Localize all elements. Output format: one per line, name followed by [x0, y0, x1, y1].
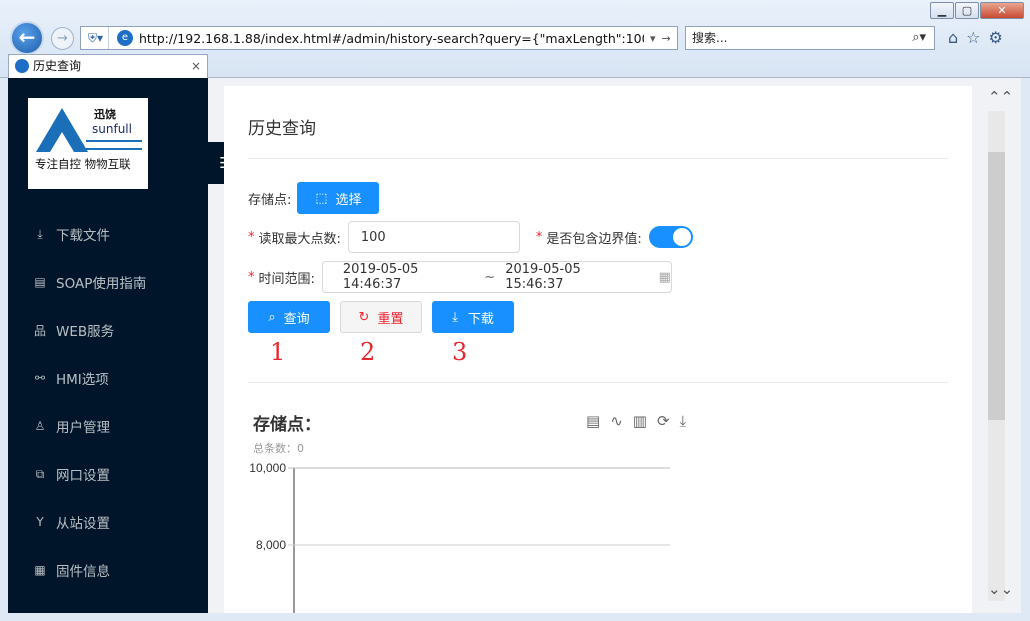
fork-icon: Y [36, 515, 44, 529]
minimize-button[interactable]: ▁ [930, 2, 954, 19]
page-scrollbar[interactable]: ⌃⌃ ⌄⌄ [980, 78, 1021, 613]
time-start: 2019-05-05 14:46:37 [342, 262, 419, 292]
search-icon: ⌕ [268, 309, 276, 325]
save-image-icon[interactable]: ⤓ [680, 412, 687, 430]
sidebar: 迅饶 sunfull 专注自控 物物互联 ⤓ 下载文件 ▤ SOAP使用指南 品 WE… [8, 78, 208, 613]
time-end: 2019-05-05 15:46:37 [505, 262, 581, 292]
document-icon: ▤ [34, 275, 46, 289]
title-divider [248, 158, 948, 159]
dropdown-arrow-icon[interactable]: ▾ [650, 32, 656, 45]
query-button[interactable]: ⌕ 查询 [248, 301, 330, 333]
include-boundary-label: 是否包含边界值: [546, 231, 642, 247]
logo-name-en: sunfull [92, 122, 132, 136]
link-icon: ⚯ [34, 371, 46, 385]
max-points-label: 读取最大点数: [258, 231, 341, 247]
scroll-up-icon[interactable]: ⌃⌃ [988, 88, 1013, 106]
chart-toolbox: ▤ ∿ ▥ ⟳ ⤓ [586, 412, 686, 430]
search-placeholder: 搜索... [692, 31, 728, 45]
scroll-down-icon[interactable]: ⌄⌄ [988, 580, 1013, 598]
sidebar-item-soap-guide[interactable]: ▤ SOAP使用指南 [8, 258, 208, 306]
restore-icon[interactable]: ⟳ [657, 412, 670, 430]
address-bar[interactable]: ⛨▾ e http://192.168.1.88/index.html#/adm… [80, 26, 678, 50]
history-chart: 10,000 8,000 [249, 461, 670, 613]
window-controls: ▁ ▢ ✕ [929, 2, 1024, 19]
required-mark: * [535, 229, 543, 245]
sidebar-item-hmi[interactable]: ⚯ HMI选项 [8, 354, 208, 402]
url-text[interactable]: http://192.168.1.88/index.html#/admin/hi… [139, 31, 644, 46]
max-points-row: * 读取最大点数: 100 * 是否包含边界值: [248, 221, 693, 253]
go-arrow-icon[interactable]: → [662, 32, 671, 45]
sidebar-item-users[interactable]: ♙ 用户管理 [8, 402, 208, 450]
max-points-input[interactable]: 100 [347, 221, 520, 253]
sidebar-menu: ⤓ 下载文件 ▤ SOAP使用指南 品 WEB服务 ⚯ HMI选项 ♙ 用户管理 ⧉ 网口设… [8, 210, 208, 594]
tab-title: 历史查询 [33, 59, 82, 73]
include-boundary-toggle[interactable] [648, 226, 693, 248]
line-chart-icon[interactable]: ∿ [610, 412, 623, 430]
y-grid: 10,000 8,000 [249, 461, 670, 552]
data-view-icon[interactable]: ▤ [586, 412, 600, 430]
annotation-3: 3 [452, 338, 468, 366]
settings-gear-icon[interactable]: ⚙ [989, 28, 1003, 47]
back-button[interactable]: ← [10, 21, 44, 55]
storage-row: 存储点: ⬚ 选择 [248, 182, 380, 214]
section-divider [248, 382, 948, 383]
tab-close-icon[interactable]: × [191, 55, 201, 77]
logo-slogan: 专注自控 物物互联 [35, 157, 131, 171]
favorites-star-icon[interactable]: ☆ [966, 28, 980, 47]
home-icon[interactable]: ⌂ [948, 28, 958, 47]
annotation-2: 2 [360, 338, 376, 366]
maximize-button[interactable]: ▢ [955, 2, 979, 19]
port-icon: ⧉ [35, 466, 45, 481]
download-icon: ⤓ [452, 309, 458, 325]
toolbar-icons: ⌂ ☆ ⚙ [948, 28, 1003, 47]
y-tick-label: 10,000 [249, 461, 286, 475]
shield-icon[interactable]: ⛨▾ [83, 27, 109, 49]
required-mark: * [248, 269, 255, 285]
tab-favicon-icon [15, 59, 29, 73]
y-tick-label: 8,000 [256, 538, 286, 552]
network-icon: 品 [33, 323, 46, 338]
time-range-label: 时间范围: [258, 271, 315, 287]
chip-icon: ▦ [34, 563, 46, 577]
time-range-picker[interactable]: 2019-05-05 14:46:37 ~ 2019-05-05 15:46:3… [321, 261, 672, 293]
user-icon: ♙ [34, 419, 46, 433]
sidebar-item-port[interactable]: ⧉ 网口设置 [8, 450, 208, 498]
download-button[interactable]: ⤓ 下载 [432, 301, 514, 333]
forward-button[interactable]: → [51, 27, 74, 50]
scroll-thumb[interactable] [988, 152, 1005, 420]
reload-icon: ↻ [358, 309, 370, 325]
sidebar-item-download[interactable]: ⤓ 下载文件 [8, 210, 208, 258]
select-button[interactable]: ⬚ 选择 [297, 182, 380, 214]
page-title: 历史查询 [248, 119, 316, 139]
actions-row: ⌕ 查询 ↻ 重置 ⤓ 下载 [248, 301, 514, 333]
storage-label: 存储点: [248, 192, 292, 208]
company-logo: 迅饶 sunfull 专注自控 物物互联 [28, 98, 148, 189]
time-range-row: * 时间范围: 2019-05-05 14:46:37 ~ 2019-05-05… [248, 261, 672, 293]
reset-button[interactable]: ↻ 重置 [340, 301, 422, 333]
required-mark: * [248, 229, 255, 245]
select-icon: ⬚ [315, 190, 328, 206]
chart-title: 存储点： [253, 415, 321, 435]
search-icon[interactable]: ⌕▾ [912, 27, 926, 49]
search-input[interactable]: 搜索... ⌕▾ [685, 26, 935, 50]
logo-name-cn: 迅饶 [94, 108, 116, 121]
browser-tab[interactable]: 历史查询 × [8, 54, 208, 78]
sidebar-item-web-service[interactable]: 品 WEB服务 [8, 306, 208, 354]
page-viewport: 迅饶 sunfull 专注自控 物物互联 ⤓ 下载文件 ▤ SOAP使用指南 品 WE… [8, 78, 1021, 613]
browser-chrome: ▁ ▢ ✕ ← → ⛨▾ e http://192.168.1.88/index… [0, 0, 1030, 78]
calendar-icon: ▦ [658, 269, 671, 285]
sidebar-item-firmware[interactable]: ▦ 固件信息 [8, 546, 208, 594]
time-separator: ~ [484, 269, 496, 285]
bar-chart-icon[interactable]: ▥ [633, 412, 647, 430]
close-window-button[interactable]: ✕ [980, 2, 1024, 19]
content-card: 历史查询 存储点: ⬚ 选择 * 读取最大点数: 100 * 是否包含边界值: … [224, 86, 972, 613]
annotation-1: 1 [270, 338, 286, 366]
ie-icon: e [117, 30, 133, 46]
sidebar-item-slave[interactable]: Y 从站设置 [8, 498, 208, 546]
download-icon: ⤓ [37, 226, 43, 241]
